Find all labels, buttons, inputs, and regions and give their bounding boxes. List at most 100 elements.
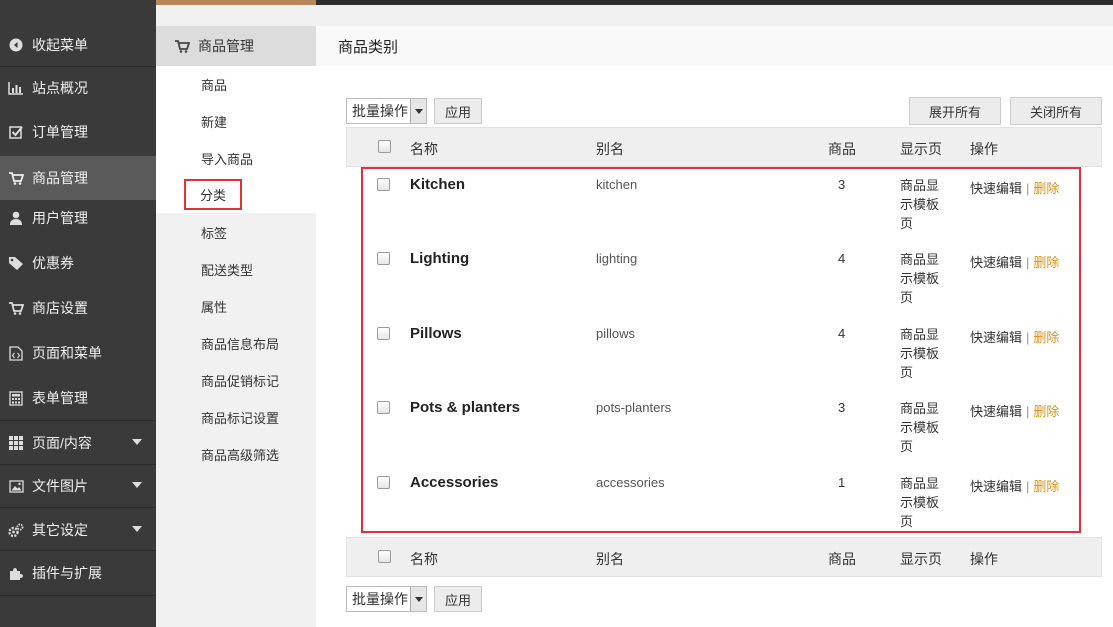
submenu-item-categories[interactable]: 分类	[184, 179, 243, 210]
sidebar-item-pages-menus[interactable]: 页面和菜单	[0, 331, 156, 375]
submenu-item-products[interactable]: 商品	[201, 75, 227, 94]
select-all-checkbox[interactable]	[378, 140, 391, 153]
chevron-down-icon[interactable]	[410, 99, 426, 123]
sidebar-item-overview[interactable]: 站点概况	[0, 66, 156, 110]
image-icon	[6, 478, 26, 494]
column-header-slug[interactable]: 别名	[596, 549, 624, 569]
submenu-item-advanced-filter[interactable]: 商品高级筛选	[201, 445, 279, 464]
table-row: Pillows pillows 4 商品显示模板页 快速编辑 | 删除	[346, 325, 1102, 400]
bulk-actions-top: 批量操作 应用	[346, 98, 482, 124]
category-name-link[interactable]: Pots & planters	[410, 399, 520, 416]
sidebar-item-other-settings[interactable]: 其它设定	[0, 508, 156, 552]
separator: |	[1026, 404, 1030, 419]
category-name-link[interactable]: Kitchen	[410, 176, 465, 193]
chevron-down-icon	[132, 482, 142, 488]
sidebar-item-label: 文件图片	[32, 478, 88, 494]
calculator-icon	[6, 390, 26, 406]
sidebar-item-label: 页面/内容	[32, 435, 92, 451]
column-header-count[interactable]: 商品	[828, 139, 856, 159]
page-header: 商品类别	[316, 26, 1113, 66]
column-header-actions: 操作	[970, 551, 998, 567]
column-header-count[interactable]: 商品	[828, 549, 856, 569]
category-name-link[interactable]: Lighting	[410, 250, 469, 267]
quick-edit-link[interactable]: 快速编辑	[970, 330, 1022, 345]
column-header-name[interactable]: 名称	[410, 549, 438, 569]
grid-icon	[6, 435, 26, 451]
sidebar-item-page-content[interactable]: 页面/内容	[0, 421, 156, 465]
category-count[interactable]: 1	[838, 475, 845, 490]
bulk-action-select[interactable]: 批量操作	[346, 586, 427, 612]
sidebar-item-label: 表单管理	[32, 390, 88, 406]
submenu-item-tags[interactable]: 标签	[201, 223, 227, 242]
submenu-title: 商品管理	[198, 38, 254, 54]
category-name-link[interactable]: Pillows	[410, 325, 462, 342]
sidebar-item-store-settings[interactable]: 商店设置	[0, 286, 156, 330]
separator: |	[1026, 181, 1030, 196]
row-checkbox[interactable]	[377, 252, 390, 265]
table-row: Lighting lighting 4 商品显示模板页 快速编辑 | 删除	[346, 250, 1102, 325]
category-count[interactable]: 3	[838, 400, 845, 415]
delete-link[interactable]: 删除	[1033, 479, 1059, 494]
sidebar-item-files-images[interactable]: 文件图片	[0, 464, 156, 508]
select-all-checkbox[interactable]	[378, 550, 391, 563]
apply-button[interactable]: 应用	[434, 98, 482, 124]
category-count[interactable]: 4	[838, 251, 845, 266]
submenu-item-promo-badges[interactable]: 商品促销标记	[201, 371, 279, 390]
submenu-item-import[interactable]: 导入商品	[201, 149, 253, 168]
sidebar-item-products[interactable]: 商品管理	[0, 156, 156, 200]
category-count[interactable]: 3	[838, 177, 845, 192]
table-footer: 名称 别名 商品 显示页 操作	[346, 537, 1102, 577]
submenu-item-badge-settings[interactable]: 商品标记设置	[201, 408, 279, 427]
category-count[interactable]: 4	[838, 326, 845, 341]
bulk-action-value: 批量操作	[352, 591, 408, 607]
category-slug: pillows	[596, 326, 636, 341]
table-header: 名称 别名 商品 显示页 操作	[346, 127, 1102, 167]
chevron-down-icon	[132, 439, 142, 445]
row-checkbox[interactable]	[377, 178, 390, 191]
tag-icon	[6, 255, 26, 271]
sidebar-item-forms[interactable]: 表单管理	[0, 376, 156, 420]
sidebar-item-orders[interactable]: 订单管理	[0, 110, 156, 154]
submenu-item-new[interactable]: 新建	[201, 112, 227, 131]
delete-link[interactable]: 删除	[1033, 255, 1059, 270]
sidebar-item-coupons[interactable]: 优惠券	[0, 241, 156, 285]
row-actions: 快速编辑 | 删除	[970, 327, 1059, 346]
apply-button[interactable]: 应用	[434, 586, 482, 612]
submenu-item-product-layout[interactable]: 商品信息布局	[201, 334, 279, 353]
category-display-page: 商品显示模板页	[900, 252, 940, 305]
quick-edit-link[interactable]: 快速编辑	[970, 255, 1022, 270]
separator: |	[1026, 330, 1030, 345]
expand-all-button[interactable]: 展开所有	[909, 97, 1001, 125]
table-row: Pots & planters pots-planters 3 商品显示模板页 …	[346, 399, 1102, 474]
sidebar-item-label: 商店设置	[32, 300, 88, 316]
sidebar-item-plugins[interactable]: 插件与扩展	[0, 551, 156, 595]
row-actions: 快速编辑 | 删除	[970, 401, 1059, 420]
category-display-page: 商品显示模板页	[900, 401, 940, 454]
row-checkbox[interactable]	[377, 327, 390, 340]
submenu-item-attributes[interactable]: 属性	[201, 297, 227, 316]
category-slug: lighting	[596, 251, 638, 266]
chevron-down-icon[interactable]	[410, 587, 426, 611]
delete-link[interactable]: 删除	[1033, 404, 1059, 419]
close-all-button[interactable]: 关闭所有	[1010, 97, 1102, 125]
column-header-display: 显示页	[900, 141, 942, 157]
accent-bar	[156, 0, 316, 5]
quick-edit-link[interactable]: 快速编辑	[970, 181, 1022, 196]
column-header-name[interactable]: 名称	[410, 139, 438, 159]
sidebar-item-label: 优惠券	[32, 255, 74, 271]
quick-edit-link[interactable]: 快速编辑	[970, 479, 1022, 494]
delete-link[interactable]: 删除	[1033, 330, 1059, 345]
row-checkbox[interactable]	[377, 401, 390, 414]
sidebar-item-label: 用户管理	[32, 210, 88, 226]
quick-edit-link[interactable]: 快速编辑	[970, 404, 1022, 419]
bulk-action-select[interactable]: 批量操作	[346, 98, 427, 124]
category-display-page: 商品显示模板页	[900, 476, 940, 529]
category-name-link[interactable]: Accessories	[410, 474, 498, 491]
sidebar-item-collapse[interactable]: 收起菜单	[0, 23, 156, 67]
column-header-display: 显示页	[900, 551, 942, 567]
column-header-slug[interactable]: 别名	[596, 139, 624, 159]
row-checkbox[interactable]	[377, 476, 390, 489]
submenu-item-shipping-classes[interactable]: 配送类型	[201, 260, 253, 279]
delete-link[interactable]: 删除	[1033, 181, 1059, 196]
sidebar-item-users[interactable]: 用户管理	[0, 196, 156, 240]
